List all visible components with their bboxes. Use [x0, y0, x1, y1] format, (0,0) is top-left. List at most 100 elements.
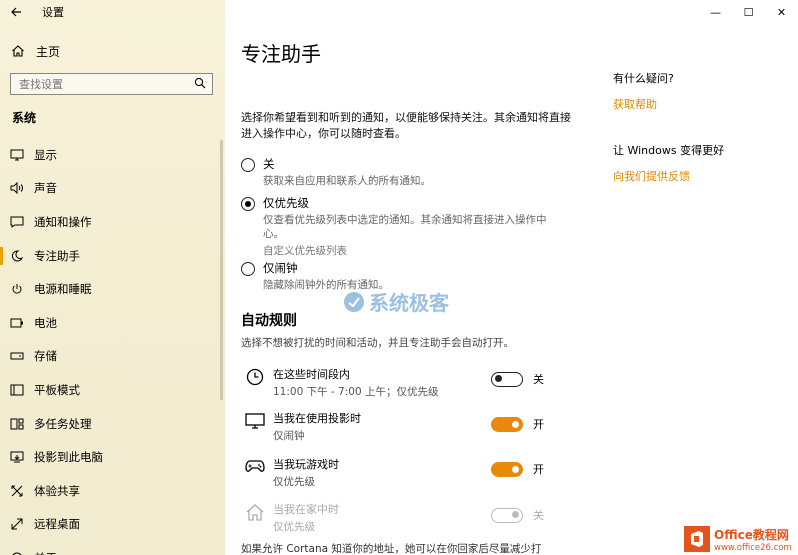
option-desc: 获取来自应用和联系人的所有通知。 — [263, 175, 431, 187]
back-button[interactable] — [0, 0, 32, 24]
sidebar-item-label: 远程桌面 — [34, 517, 80, 532]
rule-title: 在这些时间段内 — [273, 368, 350, 381]
display-icon — [0, 149, 34, 161]
rule-sub: 仅闹钟 — [273, 430, 305, 442]
auto-rules-heading: 自动规则 — [241, 313, 297, 329]
help-panel: 有什么疑问? 获取帮助 让 Windows 变得更好 向我们提供反馈 — [613, 70, 793, 184]
improve-heading: 让 Windows 变得更好 — [613, 144, 725, 157]
close-button[interactable]: ✕ — [765, 0, 798, 24]
radio-button-checked[interactable] — [241, 197, 255, 211]
intro-text: 选择你希望看到和听到的通知，以便能够保持关注。其余通知将直接进入操作中心，你可以… — [241, 111, 571, 140]
watermark: 系统极客 — [343, 287, 449, 316]
gamepad-icon — [241, 458, 269, 474]
maximize-button[interactable]: ☐ — [732, 0, 765, 24]
get-help-link[interactable]: 获取帮助 — [613, 96, 793, 112]
home-icon — [0, 44, 36, 58]
option-label: 关 — [263, 157, 275, 171]
rule-sub: 11:00 下午 - 7:00 上午；仅优先级 — [273, 386, 439, 398]
sidebar-item-label: 投影到此电脑 — [34, 450, 103, 465]
sidebar-item-label: 专注助手 — [34, 248, 80, 263]
option-priority-only[interactable]: 仅优先级 仅查看优先级列表中选定的通知。其余通知将直接进入操作中心。 自定义优先… — [241, 195, 563, 258]
sidebar-item-label: 存储 — [34, 349, 57, 364]
moon-icon — [0, 250, 34, 262]
sidebar-item-tablet-mode[interactable]: 平板模式 — [0, 373, 225, 407]
toggle-state: 关 — [533, 509, 544, 522]
sidebar-item-label: 声音 — [34, 181, 57, 196]
rule-sub: 仅优先级 — [273, 476, 315, 488]
sidebar-item-label: 多任务处理 — [34, 416, 92, 431]
rule-title: 当我在使用投影时 — [273, 412, 361, 425]
sidebar-item-battery[interactable]: 电池 — [0, 306, 225, 340]
rule-title: 当我玩游戏时 — [273, 458, 339, 471]
sidebar-item-sound[interactable]: 声音 — [0, 172, 225, 206]
remote-icon — [0, 518, 34, 530]
sidebar-item-power[interactable]: 电源和睡眠 — [0, 272, 225, 306]
sidebar-item-label: 显示 — [34, 147, 57, 162]
back-arrow-icon — [11, 7, 21, 17]
sidebar-item-label: 电源和睡眠 — [34, 282, 92, 297]
main-content: — ☐ ✕ 专注助手 选择你希望看到和听到的通知，以便能够保持关注。其余通知将直… — [225, 0, 798, 555]
page-title: 专注助手 — [241, 42, 321, 66]
sidebar-item-display[interactable]: 显示 — [0, 138, 225, 172]
sidebar-item-shared-experiences[interactable]: 体验共享 — [0, 474, 225, 508]
sidebar-item-focus-assist[interactable]: 专注助手 — [0, 239, 225, 273]
power-icon — [0, 283, 34, 295]
rule-sub: 仅优先级 — [273, 521, 315, 533]
sidebar-item-label: 平板模式 — [34, 382, 80, 397]
search-input[interactable] — [19, 77, 189, 91]
storage-icon — [0, 352, 34, 360]
rule-time-toggle[interactable] — [491, 371, 523, 387]
rule-title: 当我在家中时 — [273, 503, 339, 516]
sidebar-item-label: 通知和操作 — [34, 214, 92, 229]
option-off[interactable]: 关 获取来自应用和联系人的所有通知。 — [241, 156, 563, 188]
rule-projecting-toggle[interactable] — [491, 416, 523, 432]
search-icon[interactable] — [194, 77, 206, 92]
sidebar-item-remote-desktop[interactable]: 远程桌面 — [0, 508, 225, 542]
sidebar-item-storage[interactable]: 存储 — [0, 340, 225, 374]
notification-icon — [0, 216, 34, 228]
sidebar-item-notifications[interactable]: 通知和操作 — [0, 205, 225, 239]
sidebar-item-label: 关于 — [34, 550, 57, 555]
sidebar-item-label: 体验共享 — [34, 483, 80, 498]
feedback-link[interactable]: 向我们提供反馈 — [613, 168, 793, 184]
share-icon — [0, 485, 34, 497]
sidebar-item-multitasking[interactable]: 多任务处理 — [0, 407, 225, 441]
sidebar-item-home[interactable]: 主页 — [0, 40, 225, 62]
sidebar-scrollbar[interactable] — [220, 140, 223, 400]
home-icon — [241, 503, 269, 521]
customize-priority-link[interactable]: 自定义优先级列表 — [263, 243, 563, 258]
tablet-icon — [0, 384, 34, 396]
sidebar-item-label: 电池 — [34, 315, 57, 330]
question-heading: 有什么疑问? — [613, 72, 674, 85]
rule-at-home-toggle — [491, 507, 523, 523]
sidebar-item-project[interactable]: 投影到此电脑 — [0, 440, 225, 474]
option-label: 仅闹钟 — [263, 261, 298, 275]
toggle-state: 关 — [533, 373, 544, 386]
battery-icon — [0, 318, 34, 328]
auto-rules-desc: 选择不想被打扰的时间和活动，并且专注助手会自动打开。 — [241, 337, 514, 349]
sidebar-item-about[interactable]: 关于 — [0, 541, 225, 555]
project-icon — [0, 451, 34, 463]
app-title: 设置 — [42, 6, 64, 19]
rule-gaming-toggle[interactable] — [491, 461, 523, 477]
toggle-state: 开 — [533, 418, 544, 431]
option-label: 仅优先级 — [263, 196, 309, 210]
minimize-button[interactable]: — — [699, 0, 732, 24]
watermark-text: 系统极客 — [369, 291, 449, 315]
option-desc: 仅查看优先级列表中选定的通知。其余通知将直接进入操作中心。 — [263, 214, 547, 240]
clock-icon — [241, 368, 269, 386]
radio-button[interactable] — [241, 262, 255, 276]
multitask-icon — [0, 418, 34, 430]
toggle-state: 开 — [533, 463, 544, 476]
section-label-system: 系统 — [12, 111, 37, 125]
title-bar: 设置 — [0, 0, 225, 24]
sidebar-item-label: 主页 — [36, 44, 61, 59]
brand-url: www.office26.com — [714, 542, 792, 553]
cortana-footnote: 如果允许 Cortana 知道你的地址，她可以在你回家后尽量减少打 — [241, 543, 542, 555]
search-box[interactable] — [10, 73, 213, 95]
radio-button[interactable] — [241, 158, 255, 172]
sidebar-nav: 显示 声音 通知和操作 专注助手 电源和睡眠 电池 存储 平板模式 多任务处理 … — [0, 138, 225, 555]
watermark-logo-icon — [344, 291, 364, 312]
brand-name: Office教程网 — [714, 527, 789, 542]
window-controls: — ☐ ✕ — [699, 0, 798, 24]
